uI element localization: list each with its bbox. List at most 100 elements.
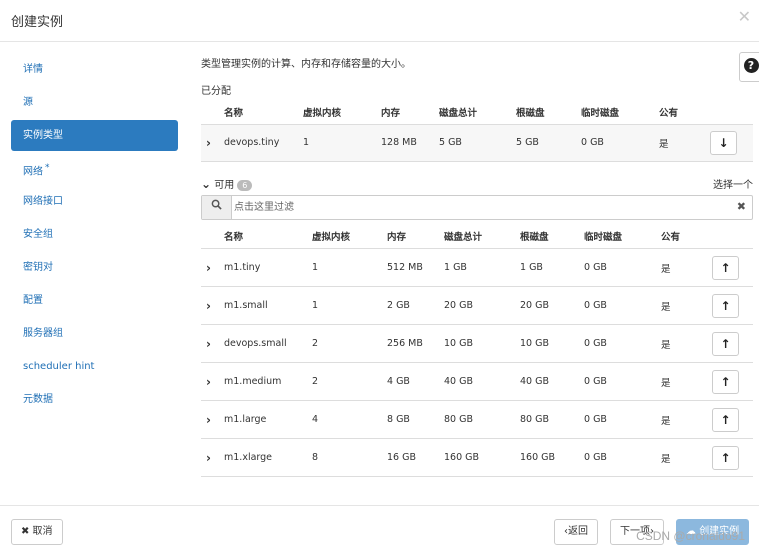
sidebar-item[interactable]: scheduler hint	[11, 351, 178, 382]
select-one-hint: 选择一个	[713, 179, 753, 191]
allocate-button[interactable]: ↑	[712, 255, 739, 280]
arrow-down-icon: ↓	[718, 135, 729, 150]
chevron-right-icon[interactable]: ›	[206, 375, 211, 389]
cell-name: m1.tiny	[224, 248, 312, 287]
cell-root-disk: 40 GB	[520, 362, 584, 401]
table-row: › m1.small 1 2 GB 20 GB 20 GB 0 GB 是 ↑	[201, 286, 753, 325]
chevron-right-icon[interactable]: ›	[206, 337, 211, 351]
allocated-label: 已分配	[201, 86, 231, 97]
cell-root-disk: 5 GB	[516, 123, 581, 162]
watermark: CSDN @cronaldo91	[636, 529, 745, 543]
cell-vcpus: 8	[312, 438, 387, 477]
chevron-right-icon[interactable]: ›	[206, 261, 211, 275]
table-row: › m1.large 4 8 GB 80 GB 80 GB 0 GB 是 ↑	[201, 400, 753, 439]
column-header: 磁盘总计	[444, 232, 483, 244]
cell-name: devops.tiny	[224, 123, 303, 162]
cell-ephemeral: 0 GB	[584, 438, 661, 477]
sidebar-item[interactable]: 源	[11, 87, 178, 118]
cell-public: 是	[661, 400, 712, 439]
arrow-up-icon: ↑	[720, 336, 731, 351]
table-row: › m1.medium 2 4 GB 40 GB 40 GB 0 GB 是 ↑	[201, 362, 753, 401]
allocate-button[interactable]: ↑	[712, 293, 739, 318]
flavor-description: 类型管理实例的计算、内存和存储容量的大小。	[201, 59, 411, 70]
cell-disk-total: 160 GB	[444, 438, 520, 477]
dialog-title: 创建实例	[11, 15, 64, 30]
chevron-right-icon[interactable]: ›	[206, 299, 211, 313]
sidebar-item[interactable]: 配置	[11, 285, 178, 316]
chevron-right-icon[interactable]: ›	[206, 451, 211, 465]
column-header: 名称	[224, 232, 244, 244]
sidebar-item-label: 配置	[23, 295, 43, 306]
sidebar-item-label: 网络接口	[23, 196, 63, 207]
cell-name: m1.small	[224, 286, 312, 325]
cell-disk-total: 20 GB	[444, 286, 520, 325]
column-header: 根磁盘	[520, 232, 549, 244]
chevron-right-icon[interactable]: ›	[206, 136, 211, 150]
cell-disk-total: 40 GB	[444, 362, 520, 401]
allocate-button[interactable]: ↑	[712, 331, 739, 356]
back-button[interactable]: ‹返回	[554, 519, 598, 545]
sidebar-item-label: 实例类型	[23, 130, 63, 141]
filter-input[interactable]	[234, 197, 724, 217]
table-row: › m1.xlarge 8 16 GB 160 GB 160 GB 0 GB 是 ↑	[201, 438, 753, 477]
available-header: ⌄ 可用 6 选择一个	[201, 176, 753, 192]
available-toggle[interactable]: ⌄ 可用 6	[201, 176, 253, 191]
sidebar-item-label: scheduler hint	[23, 361, 95, 372]
cell-ram: 256 MB	[387, 324, 444, 363]
deallocate-button[interactable]: ↓	[710, 130, 737, 155]
cancel-button[interactable]: ✖ 取消	[11, 519, 63, 545]
sidebar-item[interactable]: 网络接口	[11, 186, 178, 217]
cell-root-disk: 1 GB	[520, 248, 584, 287]
cell-root-disk: 20 GB	[520, 286, 584, 325]
cell-ephemeral: 0 GB	[581, 123, 659, 162]
cell-root-disk: 10 GB	[520, 324, 584, 363]
sidebar-item[interactable]: 密钥对	[11, 252, 178, 283]
chevron-right-icon[interactable]: ›	[206, 413, 211, 427]
cell-ram: 512 MB	[387, 248, 444, 287]
cell-root-disk: 80 GB	[520, 400, 584, 439]
cell-root-disk: 160 GB	[520, 438, 584, 477]
column-header: 公有	[661, 232, 681, 244]
column-header: 名称	[224, 107, 244, 119]
allocate-button[interactable]: ↑	[712, 407, 739, 432]
close-icon[interactable]: ✕	[738, 7, 751, 26]
sidebar-item[interactable]: 网络 *	[11, 153, 178, 184]
cell-ram: 16 GB	[387, 438, 444, 477]
cell-ram: 8 GB	[387, 400, 444, 439]
cell-ephemeral: 0 GB	[584, 324, 661, 363]
sidebar-item[interactable]: 服务器组	[11, 318, 178, 349]
cell-public: 是	[659, 123, 710, 162]
available-table: 名称 虚拟内核 内存 磁盘总计 根磁盘 临时磁盘 公有 › m1.tiny 1 512 MB 1 G…	[201, 225, 753, 477]
cell-public: 是	[661, 248, 712, 287]
cell-ephemeral: 0 GB	[584, 400, 661, 439]
sidebar-item[interactable]: 详情	[11, 54, 178, 85]
allocate-button[interactable]: ↑	[712, 369, 739, 394]
flavor-panel: 类型管理实例的计算、内存和存储容量的大小。 已分配 名称 虚拟内核 内存 磁盘总计 根磁…	[201, 55, 753, 477]
sidebar-item[interactable]: 元数据	[11, 384, 178, 415]
available-count-badge: 6	[237, 179, 253, 191]
sidebar-item-label: 安全组	[23, 229, 53, 240]
cell-name: m1.large	[224, 400, 312, 439]
column-header: 内存	[387, 232, 407, 244]
cell-ephemeral: 0 GB	[584, 248, 661, 287]
column-header: 临时磁盘	[581, 107, 620, 119]
column-header: 根磁盘	[516, 107, 545, 119]
allocate-button[interactable]: ↑	[712, 445, 739, 470]
cell-public: 是	[661, 438, 712, 477]
cell-vcpus: 2	[312, 324, 387, 363]
table-header-row: 名称 虚拟内核 内存 磁盘总计 根磁盘 临时磁盘 公有	[201, 100, 753, 124]
arrow-up-icon: ↑	[720, 412, 731, 427]
clear-icon[interactable]: ✖	[737, 200, 746, 213]
sidebar-item[interactable]: 实例类型	[11, 120, 178, 151]
cell-public: 是	[661, 362, 712, 401]
sidebar-item[interactable]: 安全组	[11, 219, 178, 250]
sidebar-item-label: 源	[23, 97, 33, 108]
required-mark: *	[45, 163, 50, 173]
cell-vcpus: 1	[312, 248, 387, 287]
cell-disk-total: 1 GB	[444, 248, 520, 287]
arrow-up-icon: ↑	[720, 374, 731, 389]
cell-ram: 2 GB	[387, 286, 444, 325]
cell-disk-total: 10 GB	[444, 324, 520, 363]
cell-name: m1.xlarge	[224, 438, 312, 477]
column-header: 内存	[381, 107, 401, 119]
